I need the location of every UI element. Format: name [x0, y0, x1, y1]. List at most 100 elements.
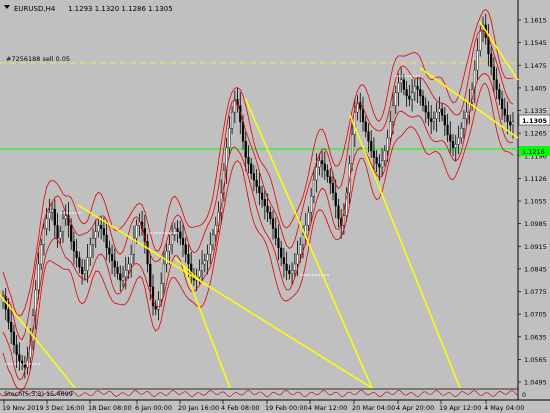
candle-body — [380, 160, 384, 168]
candle-body — [149, 263, 152, 287]
candle-body — [511, 121, 515, 126]
x-tick-label: 4 Mar 12:00 — [308, 404, 347, 412]
candle-body — [318, 160, 321, 168]
candle-body — [449, 134, 452, 142]
candle-body — [72, 241, 76, 252]
candle-body — [323, 163, 326, 171]
candle-body — [378, 163, 381, 168]
candle-body — [495, 79, 498, 90]
candle-body — [184, 244, 187, 255]
candle-body — [361, 108, 365, 123]
candle-body — [94, 231, 97, 239]
candle-body — [446, 124, 449, 135]
y-tick-label: 1.0635 — [524, 333, 547, 341]
candle-body — [460, 128, 463, 139]
candle-body — [135, 225, 138, 239]
candle-body — [173, 228, 176, 236]
candle-body — [160, 283, 163, 300]
candle-body — [110, 254, 114, 261]
x-tick-label: 19 Feb 00:00 — [265, 404, 308, 412]
y-tick-label: 1.0845 — [524, 265, 547, 273]
candle-body — [105, 234, 108, 249]
candle-body — [277, 237, 280, 249]
candle-body — [383, 150, 386, 161]
candle-body — [405, 89, 408, 97]
candle-body — [154, 305, 157, 310]
y-tick-label: 1.1126 — [524, 175, 547, 183]
y-tick-label: 1.1265 — [524, 130, 547, 138]
chart-canvas[interactable]: EURUSD,H4 1.1293 1.1320 1.1286 1.1305 1.… — [0, 0, 550, 413]
candle-body — [315, 166, 318, 181]
candle-body — [206, 254, 209, 261]
candle-body — [59, 231, 62, 239]
candle-body — [430, 118, 433, 123]
candle-body — [326, 170, 329, 177]
candle-body — [364, 121, 367, 132]
candle-body — [209, 244, 212, 255]
candle-body — [15, 344, 18, 355]
candle-body — [255, 179, 258, 187]
candle-body — [263, 199, 266, 207]
y-tick-label: 1.1335 — [524, 107, 547, 115]
y-tick-label: 1.1545 — [524, 39, 547, 47]
candle-body — [113, 260, 116, 268]
candle-body — [293, 263, 296, 271]
indicator-label: Stoch(5,3,3) 15.4699 — [4, 390, 73, 398]
candle-body — [400, 79, 403, 84]
y-tick-label: 1.0915 — [524, 243, 547, 251]
candle-body — [421, 95, 425, 106]
candle-body — [50, 208, 54, 213]
candle-body — [440, 108, 444, 116]
x-axis-labels: 19 Nov 2019 3 Dec 16:00 18 Dec 08:00 6 Jan … — [2, 400, 524, 412]
candle-body — [331, 183, 335, 194]
current-price-text: 1.1305 — [522, 117, 548, 125]
candle-body — [45, 218, 48, 229]
candle-body — [479, 31, 482, 51]
x-tick-label: 4 Feb 08:00 — [221, 404, 260, 412]
candle-body — [397, 82, 400, 93]
candle-body — [121, 276, 125, 281]
candle-body — [375, 157, 378, 165]
x-tick-label: 19 Nov 2019 — [2, 404, 44, 412]
candle-body — [391, 105, 395, 123]
candle-body — [83, 270, 86, 274]
candle-body — [282, 257, 286, 265]
candle-body — [198, 270, 201, 278]
candle-body — [506, 115, 509, 123]
candle-body — [91, 237, 95, 245]
candle-body — [370, 141, 373, 152]
x-tick-label: 18 Dec 08:00 — [88, 404, 132, 412]
candle-body — [465, 111, 468, 119]
y-tick-label: 1.0565 — [524, 356, 547, 364]
candle-body — [124, 270, 127, 278]
x-tick-label: 4 May 04:00 — [484, 404, 524, 412]
x-tick-label: 6 Jan 00:00 — [135, 404, 172, 412]
candle-body — [151, 286, 155, 307]
candle-body — [408, 95, 411, 100]
candle-body — [367, 131, 370, 142]
candle-body — [271, 218, 275, 229]
order-line-label: #7256188 sell 0.05 — [6, 55, 70, 63]
candle-body — [179, 231, 182, 239]
x-tick-label: 19 Apr 12:00 — [439, 404, 481, 412]
candle-body — [102, 228, 106, 236]
candle-body — [307, 212, 310, 226]
x-tick-label: 3 Dec 16:00 — [45, 404, 85, 412]
candle-body — [108, 247, 111, 255]
candle-body — [157, 299, 160, 310]
candle-body — [451, 141, 455, 148]
candle-body — [7, 309, 10, 323]
candle-body — [75, 250, 78, 258]
candle-body — [176, 228, 179, 232]
candle-body — [230, 111, 234, 129]
candle-body — [490, 53, 493, 68]
candle-body — [389, 121, 392, 139]
y-tick-label: 1.1615 — [524, 17, 547, 25]
candle-body — [244, 141, 247, 158]
candle-body — [247, 157, 250, 165]
ohlc-values: 1.1293 1.1320 1.1286 1.1305 — [68, 5, 173, 13]
candle-body — [12, 331, 16, 346]
candle-body — [492, 66, 496, 80]
candle-body — [40, 244, 43, 265]
y-tick-label: 1.1055 — [524, 198, 547, 206]
